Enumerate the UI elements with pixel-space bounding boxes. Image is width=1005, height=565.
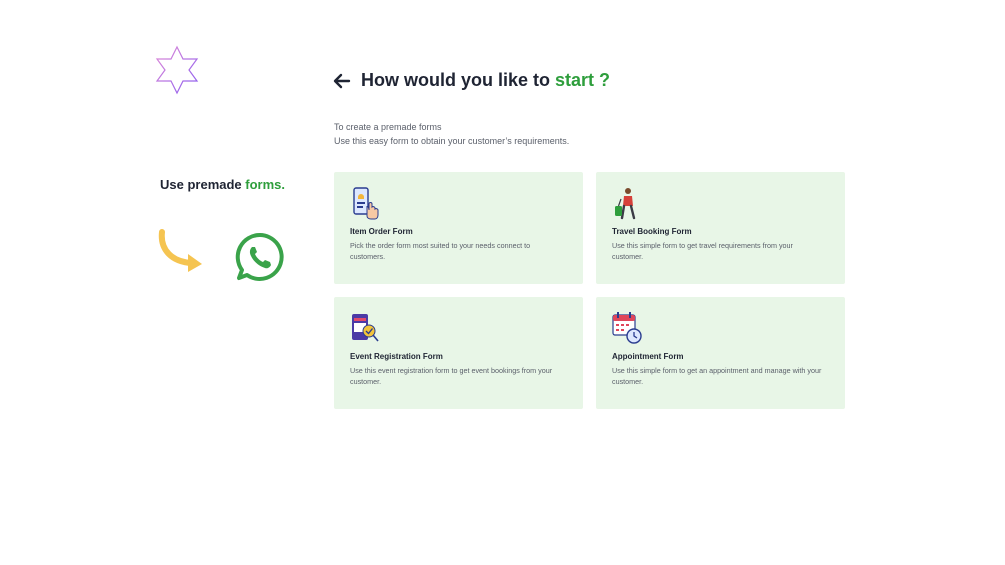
page-title: How would you like to start ? <box>361 70 610 91</box>
page-heading: How would you like to start ? <box>333 70 610 91</box>
page-title-prefix: How would you like to <box>361 70 556 90</box>
item-order-form-desc: Pick the order form most suited to your … <box>350 241 531 261</box>
event-registration-form-title: Event Registration Form <box>350 352 443 361</box>
appointment-form-title: Appointment Form <box>612 352 684 361</box>
star-logo-icon <box>155 45 199 95</box>
page-title-accent: start ? <box>555 70 611 90</box>
traveler-icon <box>615 188 636 220</box>
intro-line-1: To create a premade forms <box>334 122 442 132</box>
whatsapp-icon <box>235 232 284 281</box>
item-order-form-title: Item Order Form <box>350 227 413 236</box>
travel-booking-form-card[interactable]: Travel Booking Form Use this simple form… <box>596 172 845 284</box>
calendar-clock-icon <box>612 312 642 344</box>
side-title-prefix: Use premade <box>160 177 246 192</box>
travel-booking-form-desc: Use this simple form to get travel requi… <box>612 241 793 261</box>
curved-arrow-icon <box>158 229 202 272</box>
travel-booking-form-title: Travel Booking Form <box>612 227 692 236</box>
event-registration-form-desc: Use this event registration form to get … <box>350 366 553 386</box>
appointment-form-desc: Use this simple form to get an appointme… <box>612 366 822 386</box>
intro-text: To create a premade forms Use this easy … <box>334 120 569 148</box>
intro-line-2: Use this easy form to obtain your custom… <box>334 136 570 146</box>
appointment-form-card[interactable]: Appointment Form Use this simple form to… <box>596 297 845 409</box>
mobile-order-icon <box>353 187 379 220</box>
item-order-form-card[interactable]: Item Order Form Pick the order form most… <box>334 172 583 284</box>
event-registration-form-card[interactable]: Event Registration Form Use this event r… <box>334 297 583 409</box>
back-arrow-icon[interactable] <box>333 72 351 90</box>
side-title-accent: forms. <box>245 177 285 192</box>
side-title: Use premade forms. <box>160 177 285 192</box>
event-registration-icon <box>352 314 379 342</box>
